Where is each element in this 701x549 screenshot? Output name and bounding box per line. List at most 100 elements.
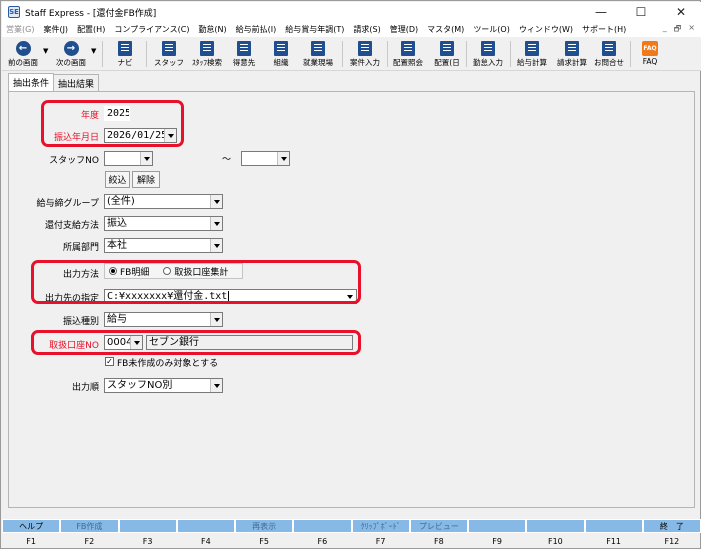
forward-button[interactable]: → 次の画面	[52, 38, 90, 70]
staff-icon	[162, 40, 176, 56]
menu-billing[interactable]: 請求(S)	[353, 24, 380, 35]
menu-support[interactable]: サポート(H)	[582, 24, 626, 35]
mdi-restore-button[interactable]: 🗗	[674, 23, 682, 37]
transfer-type-select[interactable]: 給与	[104, 312, 223, 327]
f4-button[interactable]	[176, 519, 235, 533]
attendance-input-button[interactable]: 勤怠入力	[468, 38, 508, 70]
menu-tools[interactable]: ツール(O)	[473, 24, 510, 35]
menu-sales[interactable]: 営業(G)	[6, 24, 34, 35]
case-input-button[interactable]: 案件入力	[345, 38, 385, 70]
transfer-date-picker[interactable]: 2026/01/25	[104, 128, 177, 143]
forward-dropdown-icon[interactable]: ▼	[91, 47, 96, 55]
back-dropdown-icon[interactable]: ▼	[43, 47, 48, 55]
assign-inquiry-button[interactable]: 配置照会	[388, 38, 428, 70]
refund-method-select[interactable]: 振込	[104, 216, 223, 231]
staff-search-button[interactable]: ｽﾀｯﾌ検索	[188, 38, 226, 70]
app-icon: SE	[8, 6, 20, 18]
mdi-close-button[interactable]: ×	[688, 23, 695, 37]
minimize-button[interactable]: —	[581, 2, 621, 22]
staff-no-from-select[interactable]	[104, 151, 153, 166]
narrow-button[interactable]: 絞込	[105, 171, 130, 188]
department-select[interactable]: 本社	[104, 238, 223, 253]
f2-key-label: F2	[84, 536, 95, 546]
case-input-icon	[358, 40, 372, 56]
staff-no-to-select[interactable]	[241, 151, 290, 166]
tab-results[interactable]: 抽出結果	[53, 74, 100, 91]
f5-refresh-button[interactable]: 再表示	[235, 519, 294, 533]
tab-conditions[interactable]: 抽出条件	[8, 73, 55, 91]
f8-preview-button[interactable]: プレビュー	[409, 519, 468, 533]
menu-master[interactable]: マスタ(M)	[427, 24, 464, 35]
bank-name-display: セブン銀行	[146, 335, 353, 350]
pay-group-select[interactable]: (全件)	[104, 194, 223, 209]
bank-account-select[interactable]: 0004	[104, 335, 143, 350]
f5-key-label: F5	[259, 536, 269, 546]
maximize-button[interactable]: ☐	[621, 2, 661, 22]
customer-button[interactable]: 得意先	[228, 38, 260, 70]
f12-exit-button[interactable]: 終 了	[642, 519, 701, 533]
menu-case[interactable]: 案件(J)	[43, 24, 68, 35]
f11-button[interactable]	[584, 519, 643, 533]
tab-strip: 抽出条件 抽出結果	[2, 73, 701, 91]
f2-fb-create-button[interactable]: FB作成	[60, 519, 119, 533]
faq-icon: FAQ	[642, 40, 658, 56]
radio-fb-detail[interactable]	[109, 267, 117, 275]
arrow-right-icon: →	[63, 40, 79, 56]
navi-icon	[118, 40, 132, 56]
menu-bar: 営業(G) 案件(J) 配置(H) コンプライアンス(C) 勤怠(N) 給与前払…	[2, 22, 701, 37]
f10-button[interactable]	[526, 519, 585, 533]
f3-key-label: F3	[142, 536, 153, 546]
assign-day-button[interactable]: 配置(日	[429, 38, 465, 70]
staff-button[interactable]: スタッフ	[152, 38, 186, 70]
fb-uncreated-only-checkbox[interactable]: ✓	[105, 357, 114, 366]
chevron-down-icon[interactable]	[344, 290, 356, 303]
menu-window[interactable]: ウィンドウ(W)	[519, 24, 573, 35]
chevron-down-icon	[210, 217, 222, 230]
output-order-label: 出力順	[71, 383, 99, 393]
org-button[interactable]: 組織	[265, 38, 297, 70]
f9-key-label: F9	[492, 536, 502, 546]
payroll-calc-button[interactable]: 給与計算	[512, 38, 552, 70]
back-button[interactable]: ← 前の画面	[4, 38, 42, 70]
title-bar: SE Staff Express - [還付金FB作成] — ☐ ✕	[2, 2, 701, 22]
menu-attendance[interactable]: 勤怠(N)	[198, 24, 226, 35]
navi-button[interactable]: ナビ	[110, 38, 140, 70]
faq-button[interactable]: FAQ FAQ	[634, 38, 666, 70]
inquiry-button[interactable]: お問合せ	[590, 38, 628, 70]
menu-payroll[interactable]: 給与賞与年調(T)	[285, 24, 344, 35]
department-label: 所属部門	[62, 243, 99, 253]
chevron-down-icon	[277, 152, 289, 165]
site-button[interactable]: 就業現場	[298, 38, 338, 70]
clear-button[interactable]: 解除	[132, 171, 160, 188]
chevron-down-icon	[210, 379, 222, 392]
transfer-type-label: 振込種別	[62, 317, 99, 327]
fb-uncreated-only-label: FB未作成のみ対象とする	[117, 359, 219, 369]
f1-help-button[interactable]: ヘルプ	[2, 519, 61, 533]
assign-inquiry-icon	[401, 40, 415, 56]
mdi-minimize-button[interactable]: _	[663, 23, 667, 37]
f7-clipboard-button[interactable]: ｸﾘｯﾌﾟﾎﾞｰﾄﾞ	[351, 519, 410, 533]
output-order-select[interactable]: スタッフNO別	[104, 378, 223, 393]
toolbar: ← 前の画面 ▼ → 次の画面 ▼ ナビ スタッフ ｽﾀｯﾌ検索 得意先 組織	[2, 37, 701, 71]
output-dest-input[interactable]: C:¥xxxxxxx¥還付金.txt	[104, 289, 357, 304]
radio-account-summary[interactable]	[163, 267, 172, 275]
date-dropdown-icon[interactable]	[164, 129, 176, 142]
chevron-down-icon	[210, 195, 222, 208]
menu-compliance[interactable]: コンプライアンス(C)	[114, 24, 189, 35]
year-input[interactable]: 2025	[104, 106, 130, 121]
range-separator: ～	[222, 155, 232, 165]
f6-button[interactable]	[293, 519, 352, 533]
menu-advance-pay[interactable]: 給与前払(I)	[236, 24, 277, 35]
billing-calc-button[interactable]: 請求計算	[552, 38, 592, 70]
chevron-down-icon	[210, 239, 222, 252]
inquiry-icon	[602, 40, 616, 56]
close-button[interactable]: ✕	[661, 2, 701, 22]
function-key-numbers: F1 F2 F3 F4 F5 F6 F7 F8 F9 F10 F11 F12	[2, 534, 701, 548]
function-key-bar: ヘルプ FB作成 再表示 ｸﾘｯﾌﾟﾎﾞｰﾄﾞ プレビュー 終 了	[2, 519, 701, 533]
menu-admin[interactable]: 管理(D)	[390, 24, 418, 35]
billing-calc-icon	[565, 40, 579, 56]
menu-assign[interactable]: 配置(H)	[77, 24, 105, 35]
f3-button[interactable]	[118, 519, 177, 533]
bank-account-label: 取扱口座NO	[49, 341, 99, 351]
f9-button[interactable]	[468, 519, 527, 533]
